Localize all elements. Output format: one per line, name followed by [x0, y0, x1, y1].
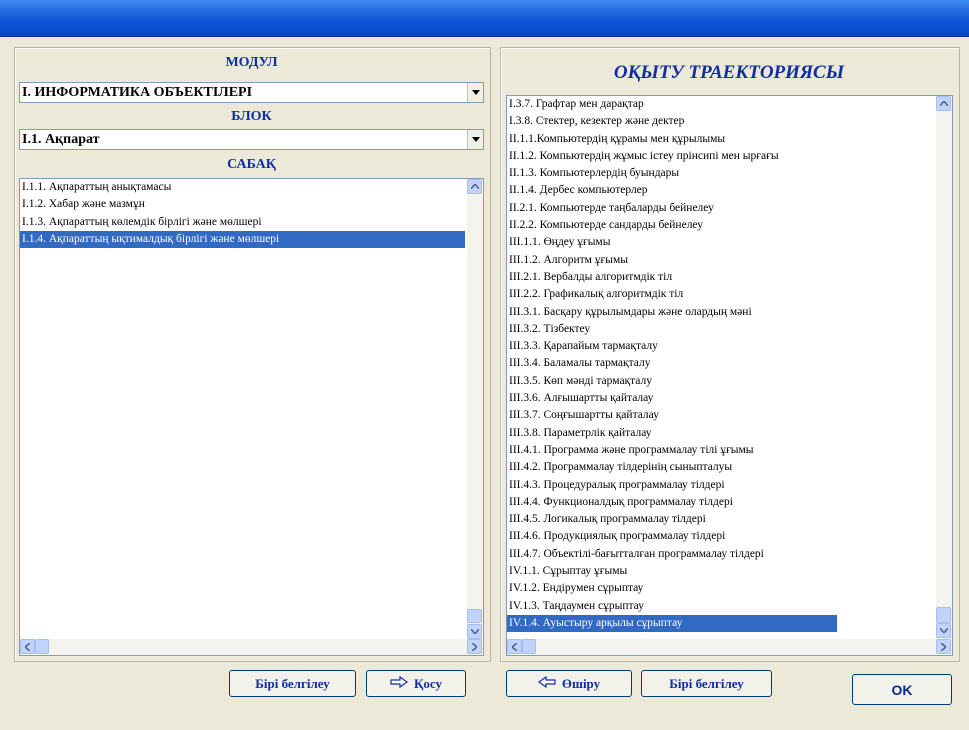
scroll-thumb[interactable]	[467, 609, 482, 623]
mark-one-right-label: Бірі белгілеу	[669, 675, 744, 691]
vertical-scrollbar[interactable]	[936, 96, 952, 639]
window-titlebar[interactable]	[0, 0, 969, 37]
list-item[interactable]: ІІІ.3.7. Соңғышартты қайталау	[507, 407, 952, 424]
list-item[interactable]: ІІ.2.2. Компьютерде сандарды бейнелеу	[507, 217, 952, 234]
horizontal-scrollbar[interactable]	[507, 639, 952, 655]
chevron-right-icon[interactable]	[467, 639, 482, 654]
list-item[interactable]: ІІ.1.3. Компьютерлердің буындары	[507, 165, 952, 182]
list-item-selected[interactable]: І.1.4. Ақпараттың ықтималдық бірлігі жән…	[20, 230, 465, 249]
list-item[interactable]: ІІ.1.4. Дербес компьютерлер	[507, 182, 952, 199]
chevron-down-icon[interactable]	[467, 130, 483, 149]
list-item[interactable]: ІV.1.3. Таңдаумен сұрыптау	[507, 598, 952, 615]
list-item[interactable]: ІІІ.3.2. Тізбектеу	[507, 321, 952, 338]
arrow-right-icon	[390, 675, 409, 692]
chevron-right-icon[interactable]	[936, 639, 951, 654]
list-item[interactable]: ІІ.2.1. Компьютерде таңбаларды бейнелеу	[507, 200, 952, 217]
chevron-down-icon[interactable]	[467, 83, 483, 102]
ok-button-label: OK	[891, 681, 913, 698]
mark-one-right-button[interactable]: Бірі белгілеу	[641, 670, 772, 697]
add-button-label: Қосу	[413, 675, 443, 691]
list-item[interactable]: ІІІ.4.5. Логикалық программалау тілдері	[507, 511, 952, 528]
list-item[interactable]: ІІІ.1.1. Өңдеу ұғымы	[507, 234, 952, 251]
vertical-scrollbar[interactable]	[467, 179, 483, 639]
arrow-left-icon	[537, 675, 556, 692]
list-item[interactable]: ІІІ.3.1. Басқару құрылымдары және оларды…	[507, 304, 952, 321]
chevron-down-icon[interactable]	[936, 623, 951, 638]
delete-button-label: Өшіру	[561, 675, 601, 691]
list-item[interactable]: ІІІ.4.7. Объектілі-бағытталған программа…	[507, 546, 952, 563]
list-item[interactable]: І.3.7. Графтар мен дарақтар	[507, 96, 952, 113]
list-item[interactable]: ІІІ.4.2. Программалау тілдерінің сынып­т…	[507, 459, 952, 476]
module-heading: МОДУЛ	[225, 55, 278, 70]
mark-one-left-button[interactable]: Бірі белгілеу	[229, 670, 356, 697]
chevron-down-icon[interactable]	[467, 624, 482, 639]
chevron-up-icon[interactable]	[467, 179, 482, 194]
block-heading: БЛОК	[231, 109, 272, 124]
chevron-left-icon[interactable]	[507, 639, 522, 654]
list-item[interactable]: ІІІ.2.1. Вербалды алгоритмдік тіл	[507, 269, 952, 286]
scroll-thumb[interactable]	[936, 607, 951, 623]
list-item[interactable]: ІІІ.3.8. Параметрлік қайталау	[507, 425, 952, 442]
list-item[interactable]: ІІІ.3.4. Баламалы тармақталу	[507, 355, 952, 372]
list-item[interactable]: ІІ.1.1.Компьютердің құрамы мен құрылымы	[507, 131, 952, 148]
list-item[interactable]: ІІІ.4.4. Функционалдық программалау тілд…	[507, 494, 952, 511]
list-item[interactable]: ІІІ.1.2. Алгоритм ұғымы	[507, 252, 952, 269]
mark-one-left-label: Бірі белгілеу	[255, 675, 330, 691]
ok-button[interactable]: OK	[852, 674, 952, 705]
chevron-up-icon[interactable]	[936, 96, 951, 111]
block-select-value: І.1. Ақпарат	[22, 132, 100, 147]
add-button[interactable]: Қосу	[366, 670, 466, 697]
list-item[interactable]: І.1.3. Ақпараттың көлемдік бірлігі және …	[20, 214, 483, 231]
list-item[interactable]: ІV.1.1. Сұрыптау ұғымы	[507, 563, 952, 580]
list-item[interactable]: ІІ.1.2. Компьютердің жұмыс істеу прінсип…	[507, 148, 952, 165]
lesson-list[interactable]: І.1.1. Ақпараттың анықтамасы І.1.2. Хаба…	[19, 178, 484, 656]
list-item[interactable]: І.1.1. Ақпараттың анықтамасы	[20, 179, 483, 196]
list-item[interactable]: ІІІ.2.2. Графикалық алгоритмдік тіл	[507, 286, 952, 303]
horizontal-scrollbar[interactable]	[20, 639, 483, 655]
list-item-selected[interactable]: ІV.1.4. Ауыстыру арқылы сұрыптау	[507, 614, 837, 633]
list-item[interactable]: ІІІ.4.6. Продукциялық программалау тілде…	[507, 528, 952, 545]
module-select-value: І. ИНФОРМАТИКА ОБЪЕКТІЛЕРІ	[22, 85, 253, 100]
horizontal-scroll-thumb[interactable]	[522, 639, 536, 654]
list-item[interactable]: І.3.8. Стектер, кезектер және дектер	[507, 113, 952, 130]
chevron-left-icon[interactable]	[20, 639, 35, 654]
module-select[interactable]: І. ИНФОРМАТИКА ОБЪЕКТІЛЕРІ	[19, 82, 484, 103]
trajectory-heading: ОҚЫТУ ТРАЕКТОРИЯСЫ	[613, 62, 845, 83]
list-item[interactable]: ІІІ.4.3. Процедуралық программалау тілде…	[507, 477, 952, 494]
list-item[interactable]: ІV.1.2. Ендірумен сұрыптау	[507, 580, 952, 597]
list-item[interactable]: І.1.2. Хабар және мазмұн	[20, 196, 483, 213]
list-item[interactable]: ІІІ.3.6. Алғышартты қайталау	[507, 390, 952, 407]
block-select[interactable]: І.1. Ақпарат	[19, 129, 484, 150]
list-item[interactable]: ІІІ.4.1. Программа және программалау тіл…	[507, 442, 952, 459]
trajectory-list[interactable]: І.3.7. Графтар мен дарақтар І.3.8. Стекте…	[506, 95, 953, 656]
list-item[interactable]: ІІІ.3.3. Қарапайым тармақталу	[507, 338, 952, 355]
lesson-heading: САБАҚ	[227, 157, 276, 172]
delete-button[interactable]: Өшіру	[506, 670, 632, 697]
horizontal-scroll-thumb[interactable]	[35, 639, 49, 654]
list-item[interactable]: ІІІ.3.5. Көп мәнді тармақталу	[507, 373, 952, 390]
